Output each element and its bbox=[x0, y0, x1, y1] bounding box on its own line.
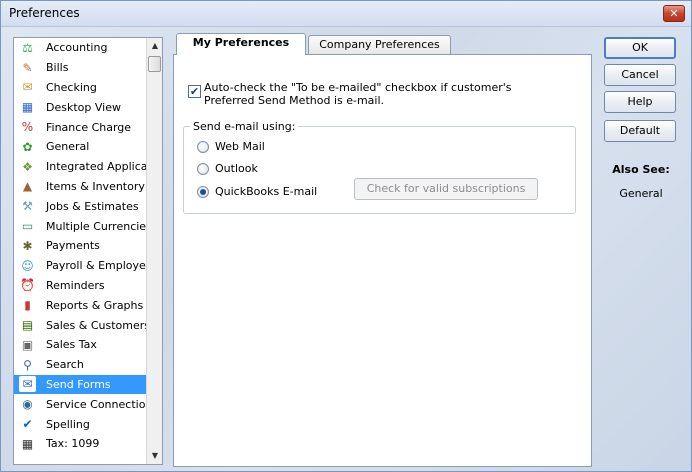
sidebar-item-label: Checking bbox=[46, 80, 97, 94]
sidebar-item-label: Accounting bbox=[46, 41, 108, 55]
cancel-button[interactable]: Cancel bbox=[604, 64, 676, 86]
send-email-group-title: Send e-mail using: bbox=[190, 120, 299, 133]
sidebar-item-label: Send Forms bbox=[46, 377, 111, 391]
sidebar-item-label: Tax: 1099 bbox=[46, 437, 100, 451]
sidebar-item[interactable]: ▦ Desktop View bbox=[14, 97, 147, 117]
tab-my-preferences[interactable]: My Preferences bbox=[176, 33, 306, 55]
tax-1099-icon: ▦ bbox=[21, 436, 34, 451]
finance-charge-icon: % bbox=[21, 120, 34, 135]
sidebar-item[interactable]: ☺ Payroll & Employees bbox=[14, 256, 147, 276]
items-inventory-icon: ▲ bbox=[22, 179, 33, 194]
checking-icon: ✉ bbox=[22, 80, 33, 95]
help-button[interactable]: Help bbox=[604, 91, 676, 113]
sidebar-item-label: Reports & Graphs bbox=[46, 298, 144, 312]
sales-customers-icon: ▤ bbox=[21, 318, 34, 333]
sidebar-item[interactable]: ◉ Service Connection bbox=[14, 394, 147, 414]
sidebar-item[interactable]: ❖ Integrated Applicatio bbox=[14, 157, 147, 177]
outlook-radio[interactable] bbox=[197, 163, 209, 175]
web-mail-radio[interactable] bbox=[197, 141, 209, 153]
search-icon: ⚲ bbox=[23, 357, 32, 372]
quickbooks-email-radio[interactable] bbox=[197, 186, 209, 198]
sidebar-item-label: Reminders bbox=[46, 278, 105, 292]
quickbooks-email-label[interactable]: QuickBooks E-mail bbox=[215, 185, 317, 198]
scroll-up-arrow[interactable]: ▲ bbox=[147, 38, 162, 54]
accounting-icon: ⚖ bbox=[22, 40, 33, 55]
sidebar-item[interactable]: ▤ Sales & Customers bbox=[14, 315, 147, 335]
preferences-category-list[interactable]: ⚖ Accounting ✎ Bills ✉ Checking ▦ Desktop View%… bbox=[13, 37, 163, 465]
tab-company-preferences-label: Company Preferences bbox=[319, 38, 440, 51]
sidebar-item-label: Payments bbox=[46, 239, 100, 253]
sidebar-item[interactable]: ✔ Spelling bbox=[14, 414, 147, 434]
sidebar-item[interactable]: ✉ Checking bbox=[14, 78, 147, 98]
preferences-panel bbox=[173, 54, 592, 467]
tab-my-preferences-label: My Preferences bbox=[192, 36, 290, 49]
sidebar-item[interactable]: ⏰ Reminders bbox=[14, 276, 147, 296]
integrated-applications-icon: ❖ bbox=[22, 159, 33, 174]
tab-company-preferences[interactable]: Company Preferences bbox=[308, 35, 451, 55]
web-mail-label[interactable]: Web Mail bbox=[215, 140, 265, 153]
auto-check-email-checkbox[interactable]: ✔ bbox=[188, 85, 201, 98]
sidebar-item[interactable]: ⚲ Search bbox=[14, 355, 147, 375]
sidebar-item-label: Desktop View bbox=[46, 100, 121, 114]
outlook-label[interactable]: Outlook bbox=[215, 162, 258, 175]
checkmark-icon: ✔ bbox=[189, 85, 200, 98]
jobs-estimates-icon: ⚒ bbox=[22, 199, 33, 214]
spelling-icon: ✔ bbox=[22, 417, 33, 432]
sidebar-item-label: Multiple Currencies bbox=[46, 219, 147, 233]
sidebar-item-label: Payroll & Employees bbox=[46, 259, 147, 273]
sidebar-item-label: Service Connection bbox=[46, 397, 147, 411]
sidebar-item[interactable]: ▭ Multiple Currencies bbox=[14, 216, 147, 236]
sidebar-item-label: Sales & Customers bbox=[46, 318, 147, 332]
sidebar-item-label: Bills bbox=[46, 61, 69, 75]
sidebar-item-label: Finance Charge bbox=[46, 120, 132, 134]
reminders-icon: ⏰ bbox=[20, 278, 35, 293]
window-title: Preferences bbox=[9, 6, 80, 20]
sidebar-item-label: General bbox=[46, 140, 90, 154]
sidebar-item[interactable]: % Finance Charge bbox=[14, 117, 147, 137]
sidebar-item[interactable]: ▦ Tax: 1099 bbox=[14, 434, 147, 454]
sales-tax-icon: ▣ bbox=[21, 337, 34, 352]
sidebar-item-label: Search bbox=[46, 358, 84, 372]
scroll-thumb[interactable] bbox=[148, 56, 161, 72]
also-see-general-link[interactable]: General bbox=[603, 187, 679, 200]
sidebar-item[interactable]: ▮ Reports & Graphs bbox=[14, 295, 147, 315]
also-see-title: Also See: bbox=[612, 163, 670, 176]
sidebar-item[interactable]: ⚖ Accounting bbox=[14, 38, 147, 58]
default-button[interactable]: Default bbox=[604, 120, 676, 142]
auto-check-email-label-line1: Auto-check the "To be e-mailed" checkbox… bbox=[204, 81, 512, 94]
send-forms-icon: ✉ bbox=[19, 376, 36, 393]
sidebar-item[interactable]: ✎ Bills bbox=[14, 58, 147, 78]
sidebar-item[interactable]: ▣ Sales Tax bbox=[14, 335, 147, 355]
sidebar-item[interactable]: ⚒ Jobs & Estimates bbox=[14, 196, 147, 216]
general-icon: ✿ bbox=[22, 139, 33, 154]
bills-icon: ✎ bbox=[22, 60, 33, 75]
sidebar-item-label: Jobs & Estimates bbox=[46, 199, 139, 213]
list-scrollbar[interactable]: ▲ ▼ bbox=[146, 38, 162, 464]
multiple-currencies-icon: ▭ bbox=[21, 219, 34, 234]
auto-check-email-label-line2: Preferred Send Method is e-mail. bbox=[204, 94, 385, 107]
category-items: ⚖ Accounting ✎ Bills ✉ Checking ▦ Desktop View%… bbox=[14, 38, 147, 454]
sidebar-item[interactable]: ✉ Send Forms bbox=[14, 374, 147, 395]
service-connection-icon: ◉ bbox=[22, 397, 33, 412]
close-button[interactable]: ✕ bbox=[663, 5, 685, 22]
scroll-down-arrow[interactable]: ▼ bbox=[147, 448, 162, 464]
preferences-window: Preferences ✕ ⚖ Accounting ✎ Bills ✉ Checking… bbox=[0, 0, 692, 472]
payments-icon: ✱ bbox=[22, 238, 33, 253]
sidebar-item[interactable]: ✿ General bbox=[14, 137, 147, 157]
sidebar-item-label: Integrated Applicatio bbox=[46, 160, 147, 174]
sidebar-item-label: Items & Inventory bbox=[46, 179, 145, 193]
reports-graphs-icon: ▮ bbox=[24, 298, 31, 313]
check-subscriptions-button[interactable]: Check for valid subscriptions bbox=[354, 178, 538, 200]
sidebar-item[interactable]: ▲ Items & Inventory bbox=[14, 177, 147, 197]
sidebar-item-label: Spelling bbox=[46, 417, 90, 431]
ok-button[interactable]: OK bbox=[604, 37, 676, 59]
title-bar: Preferences ✕ bbox=[1, 1, 691, 27]
payroll-employees-icon: ☺ bbox=[21, 258, 34, 273]
desktop-view-icon: ▦ bbox=[21, 100, 34, 115]
sidebar-item[interactable]: ✱ Payments bbox=[14, 236, 147, 256]
sidebar-item-label: Sales Tax bbox=[46, 338, 97, 352]
